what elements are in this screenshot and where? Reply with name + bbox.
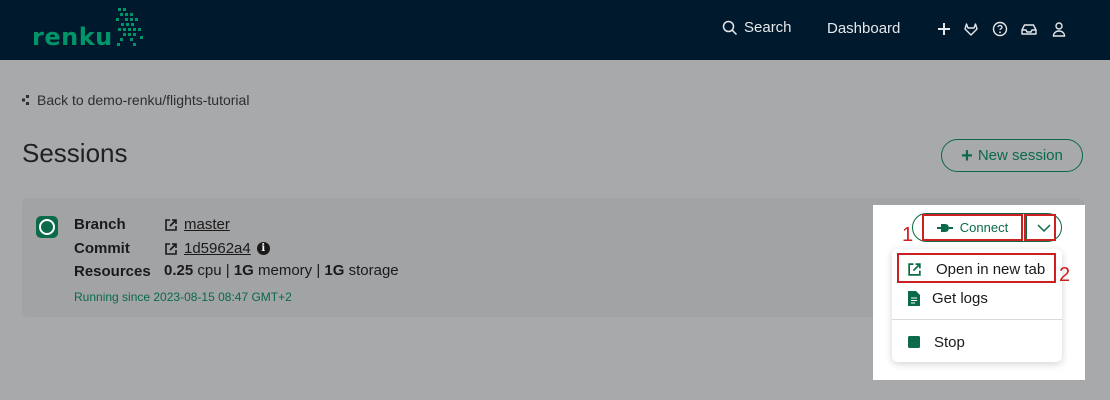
annotation-marker-2: 2: [1059, 264, 1071, 286]
stop-label: Stop: [934, 333, 965, 351]
search-label: Search: [744, 19, 792, 36]
annotation-marker-1: 1: [902, 224, 914, 246]
annotation-box-open-new-tab: [897, 253, 1056, 283]
help-icon[interactable]: [991, 20, 1009, 38]
inbox-icon[interactable]: [1020, 20, 1038, 38]
search-link[interactable]: Search: [722, 19, 792, 36]
storage-unit: storage: [348, 262, 399, 279]
menu-item-get-logs[interactable]: Get logs: [892, 283, 1062, 313]
resources-label: Resources: [74, 263, 151, 280]
resource-separator: |: [225, 262, 230, 279]
running-since-text: Running since 2023-08-15 08:47 GMT+2: [74, 290, 292, 304]
cpu-unit: cpu: [197, 262, 222, 279]
user-icon[interactable]: [1050, 20, 1068, 38]
plus-icon[interactable]: [935, 20, 953, 38]
logo-mark-icon: [116, 8, 143, 46]
logo-text: renku: [32, 23, 113, 51]
branch-value: master: [164, 216, 230, 233]
memory-value: 1G: [233, 262, 254, 279]
new-session-button[interactable]: + New session: [941, 139, 1083, 172]
commit-label: Commit: [74, 240, 130, 257]
menu-item-stop[interactable]: Stop: [892, 327, 1062, 357]
cpu-value: 0.25: [164, 262, 194, 279]
stop-icon: [906, 334, 922, 350]
branch-link[interactable]: master: [184, 216, 230, 233]
info-icon[interactable]: i: [256, 242, 270, 255]
file-text-icon: [906, 290, 922, 306]
plus-icon: +: [961, 144, 973, 167]
annotation-box-connect: [922, 214, 1023, 241]
external-link-icon: [165, 218, 177, 231]
new-session-label: New session: [977, 147, 1063, 164]
back-dots-icon: [22, 95, 29, 105]
commit-value: 1d5962a4 i: [164, 240, 270, 257]
memory-unit: memory: [258, 262, 313, 279]
get-logs-label: Get logs: [932, 289, 988, 307]
external-link-icon: [165, 242, 177, 255]
resource-separator: |: [316, 262, 321, 279]
top-navbar: renku Search Dashboard: [0, 0, 1110, 60]
annotation-box-toggle: [1024, 214, 1056, 241]
session-running-status-icon: [36, 216, 58, 238]
storage-value: 1G: [324, 262, 345, 279]
back-link-label: Back to demo-renku/flights-tutorial: [37, 92, 250, 108]
menu-divider: [892, 319, 1062, 320]
search-icon: [722, 20, 738, 35]
back-link[interactable]: Back to demo-renku/flights-tutorial: [22, 92, 249, 108]
gitlab-icon[interactable]: [962, 20, 980, 38]
commit-link[interactable]: 1d5962a4: [184, 240, 251, 257]
dashboard-link[interactable]: Dashboard: [827, 20, 900, 37]
resources-value: 0.25 cpu | 1G memory | 1G storage: [164, 262, 399, 279]
page-title: Sessions: [22, 138, 128, 168]
branch-label: Branch: [74, 216, 126, 233]
